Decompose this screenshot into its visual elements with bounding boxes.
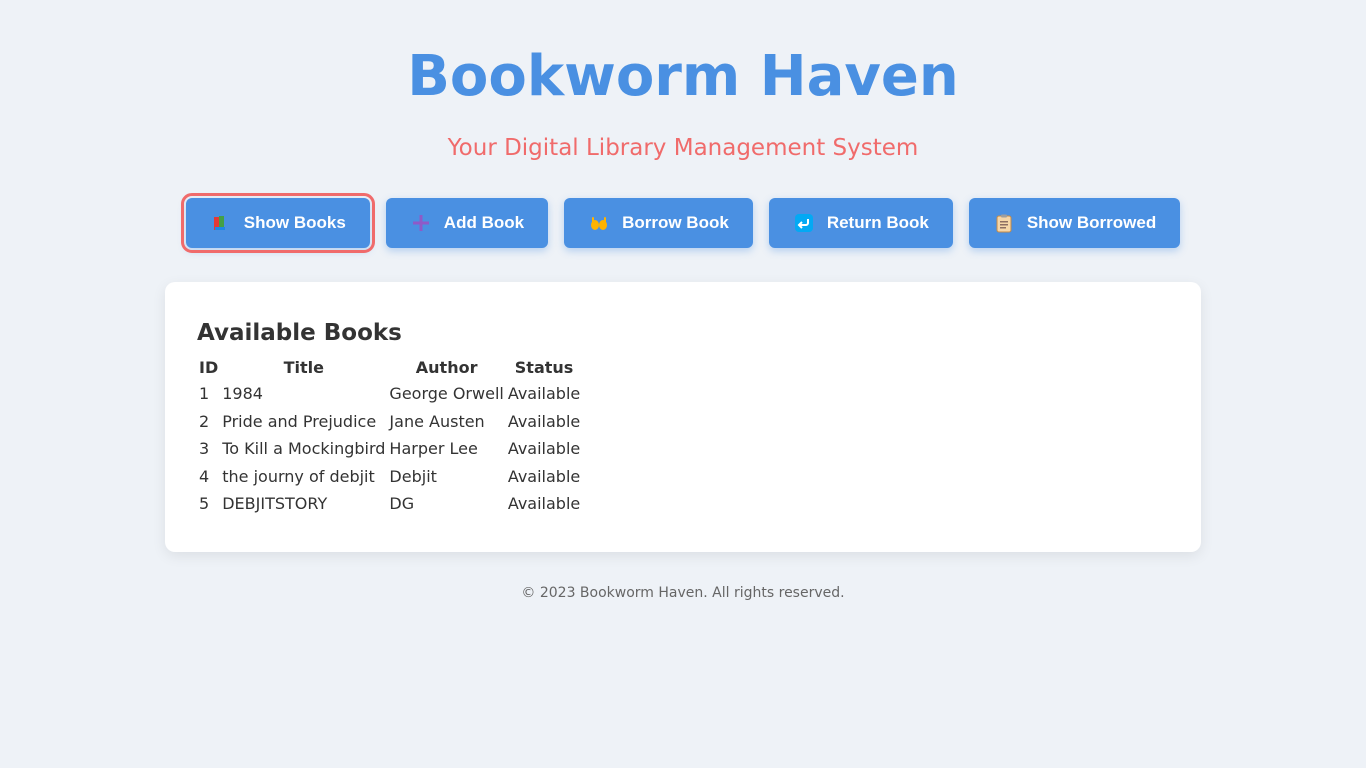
- table-row: 2 Pride and Prejudice Jane Austen Availa…: [197, 408, 582, 436]
- show-borrowed-label: Show Borrowed: [1026, 213, 1157, 232]
- book-author: George Orwell: [389, 384, 504, 404]
- table-header-row: ID Title Author Status: [197, 354, 582, 380]
- return-book-label: Return Book: [826, 213, 929, 232]
- show-books-label: Show Books: [243, 213, 346, 232]
- book-author: Jane Austen: [389, 411, 485, 431]
- book-id: 3: [199, 439, 210, 459]
- panel-title: Available Books: [197, 320, 402, 346]
- column-header-id: ID: [199, 357, 219, 377]
- book-title: the journy of debjit: [222, 466, 375, 486]
- show-borrowed-button[interactable]: Show Borrowed: [968, 198, 1181, 248]
- raised-hands-icon: [588, 212, 610, 234]
- add-book-button[interactable]: Add Book: [385, 198, 549, 248]
- borrow-book-label: Borrow Book: [622, 213, 729, 232]
- book-author: Debjit: [389, 466, 437, 486]
- page: Bookworm Haven Your Digital Library Mana…: [0, 0, 1366, 768]
- table-row: 4 the journy of debjit Debjit Available: [197, 463, 582, 491]
- app-subtitle: Your Digital Library Management System: [447, 135, 919, 161]
- book-title: DEBJITSTORY: [222, 494, 328, 514]
- book-status: Available: [507, 494, 581, 514]
- table-row: 5 DEBJITSTORY DG Available: [197, 490, 582, 518]
- app-title: Bookworm Haven: [407, 44, 959, 109]
- table-row: 1 1984 George Orwell Available: [197, 380, 582, 408]
- book-status: Available: [507, 439, 581, 459]
- plus-icon: [410, 212, 432, 234]
- show-books-button[interactable]: Show Books: [180, 193, 375, 253]
- book-title: 1984: [222, 384, 263, 404]
- action-bar: Show Books Add Book Borrow Book Return B…: [0, 193, 1366, 253]
- books-table: ID Title Author Status 1 1984 George Orw…: [197, 354, 582, 518]
- books-icon: [210, 212, 232, 234]
- book-author: Harper Lee: [389, 439, 478, 459]
- borrow-book-button[interactable]: Borrow Book: [564, 198, 753, 248]
- book-id: 4: [199, 466, 210, 486]
- table-row: 3 To Kill a Mockingbird Harper Lee Avail…: [197, 435, 582, 463]
- column-header-title: Title: [283, 357, 325, 377]
- book-title: Pride and Prejudice: [222, 411, 377, 431]
- return-book-button[interactable]: Return Book: [768, 198, 953, 248]
- book-status: Available: [507, 411, 581, 431]
- book-id: 2: [199, 411, 210, 431]
- book-status: Available: [507, 384, 581, 404]
- book-id: 1: [199, 384, 210, 404]
- footer-copyright: © 2023 Bookworm Haven. All rights reserv…: [521, 585, 845, 601]
- column-header-author: Author: [415, 357, 478, 377]
- add-book-label: Add Book: [443, 213, 525, 232]
- book-status: Available: [507, 466, 581, 486]
- books-panel: Available Books ID Title Author Status 1…: [165, 282, 1201, 552]
- book-author: DG: [389, 494, 415, 514]
- book-title: To Kill a Mockingbird: [222, 439, 386, 459]
- return-arrow-icon: [793, 212, 815, 234]
- clipboard-icon: [993, 212, 1015, 234]
- column-header-status: Status: [514, 357, 574, 377]
- book-id: 5: [199, 494, 210, 514]
- header: Bookworm Haven Your Digital Library Mana…: [0, 0, 1366, 162]
